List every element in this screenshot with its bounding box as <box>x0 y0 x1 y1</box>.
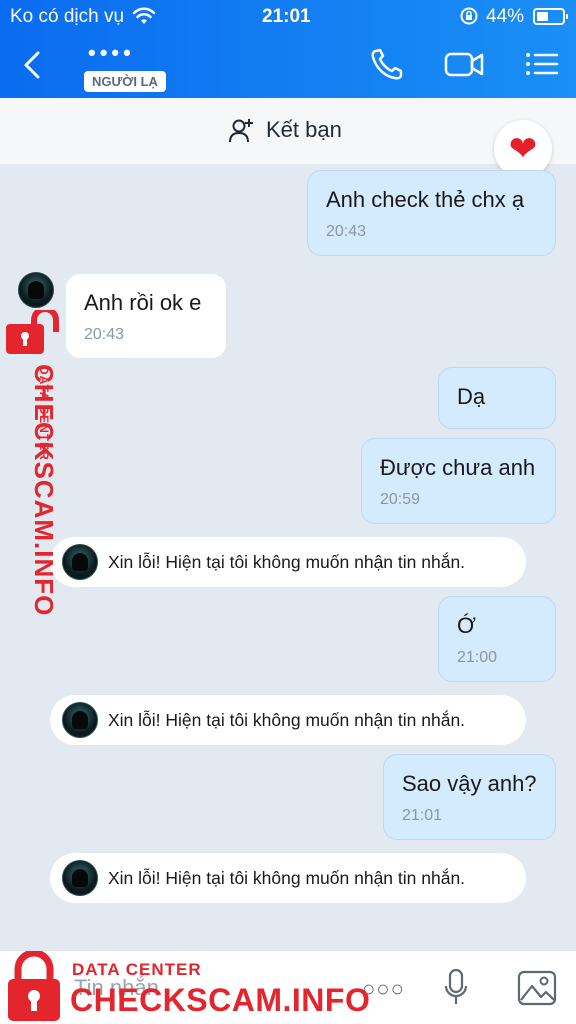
system-notice: Xin lỗi! Hiện tại tôi không muốn nhận ti… <box>50 695 526 745</box>
list-menu-icon <box>526 53 559 75</box>
microphone-icon[interactable] <box>444 968 468 1013</box>
message-text: Sao vậy anh? <box>402 771 537 796</box>
add-person-icon <box>229 119 253 143</box>
image-icon[interactable] <box>517 970 557 1011</box>
wifi-icon <box>132 6 156 32</box>
message-bubble-outgoing[interactable]: Anh check thẻ chx ạ 20:43 <box>307 170 556 256</box>
watermark-sub-text: DATA CENTER <box>72 960 202 979</box>
add-friend-button[interactable]: Kết bạn <box>228 116 342 144</box>
message-bubble-outgoing[interactable]: Ớ 21:00 <box>438 596 556 682</box>
contact-name[interactable]: •••• <box>88 40 135 66</box>
message-bubble-outgoing[interactable]: Sao vậy anh? 21:01 <box>383 754 556 840</box>
chat-header: Ko có dịch vụ 21:01 44% •••• NGƯỜI LẠ <box>0 0 576 98</box>
message-text: Dạ <box>457 384 486 409</box>
watermark-main-text: CHECKSCAM.INFO <box>70 982 371 1018</box>
stranger-badge: NGƯỜI LẠ <box>84 71 166 92</box>
watermark-sub-text: DATA CENTER <box>37 366 51 461</box>
message-text: Anh rồi ok e <box>84 290 202 315</box>
message-bubble-outgoing[interactable]: Dạ <box>438 367 556 429</box>
heart-icon: ❤ <box>508 130 538 168</box>
padlock-icon <box>6 310 59 354</box>
contact-avatar <box>62 860 98 896</box>
clock: 21:01 <box>262 6 311 27</box>
message-time: 21:00 <box>457 649 498 666</box>
message-time: 20:43 <box>84 326 125 343</box>
carrier-label: Ko có dịch vụ <box>10 6 125 27</box>
system-notice-text: Xin lỗi! Hiện tại tôi không muốn nhận ti… <box>108 868 466 888</box>
status-bar: Ko có dịch vụ 21:01 44% <box>0 0 576 34</box>
battery-percent: 44% <box>486 6 525 27</box>
battery-icon <box>533 8 568 25</box>
system-notice: Xin lỗi! Hiện tại tôi không muốn nhận ti… <box>50 537 526 587</box>
contact-avatar[interactable] <box>18 272 54 308</box>
contact-avatar <box>62 544 98 580</box>
contact-avatar <box>62 702 98 738</box>
phone-icon <box>371 48 403 80</box>
system-notice: Xin lỗi! Hiện tại tôi không muốn nhận ti… <box>50 853 526 903</box>
chevron-left-icon <box>24 51 40 79</box>
message-time: 20:43 <box>326 223 367 240</box>
system-notice-text: Xin lỗi! Hiện tại tôi không muốn nhận ti… <box>108 710 466 730</box>
system-notice-text: Xin lỗi! Hiện tại tôi không muốn nhận ti… <box>108 552 466 572</box>
add-friend-label: Kết bạn <box>266 117 342 142</box>
message-bubble-incoming[interactable]: Anh rồi ok e 20:43 <box>66 274 226 358</box>
message-text: Anh check thẻ chx ạ <box>326 187 525 212</box>
rotation-lock-icon <box>459 6 479 32</box>
padlock-icon <box>8 951 60 1021</box>
video-call-button[interactable] <box>443 46 484 82</box>
message-time: 21:01 <box>402 807 443 824</box>
message-text: Ớ <box>457 613 476 638</box>
add-friend-bar: Kết bạn <box>0 98 576 164</box>
video-camera-icon <box>444 52 484 77</box>
back-button[interactable] <box>20 50 44 80</box>
message-bubble-outgoing[interactable]: Được chưa anh 20:59 <box>361 438 556 524</box>
message-text: Được chưa anh <box>380 455 536 480</box>
message-time: 20:59 <box>380 491 421 508</box>
options-menu-button[interactable] <box>522 46 562 82</box>
voice-call-button[interactable] <box>368 46 408 82</box>
